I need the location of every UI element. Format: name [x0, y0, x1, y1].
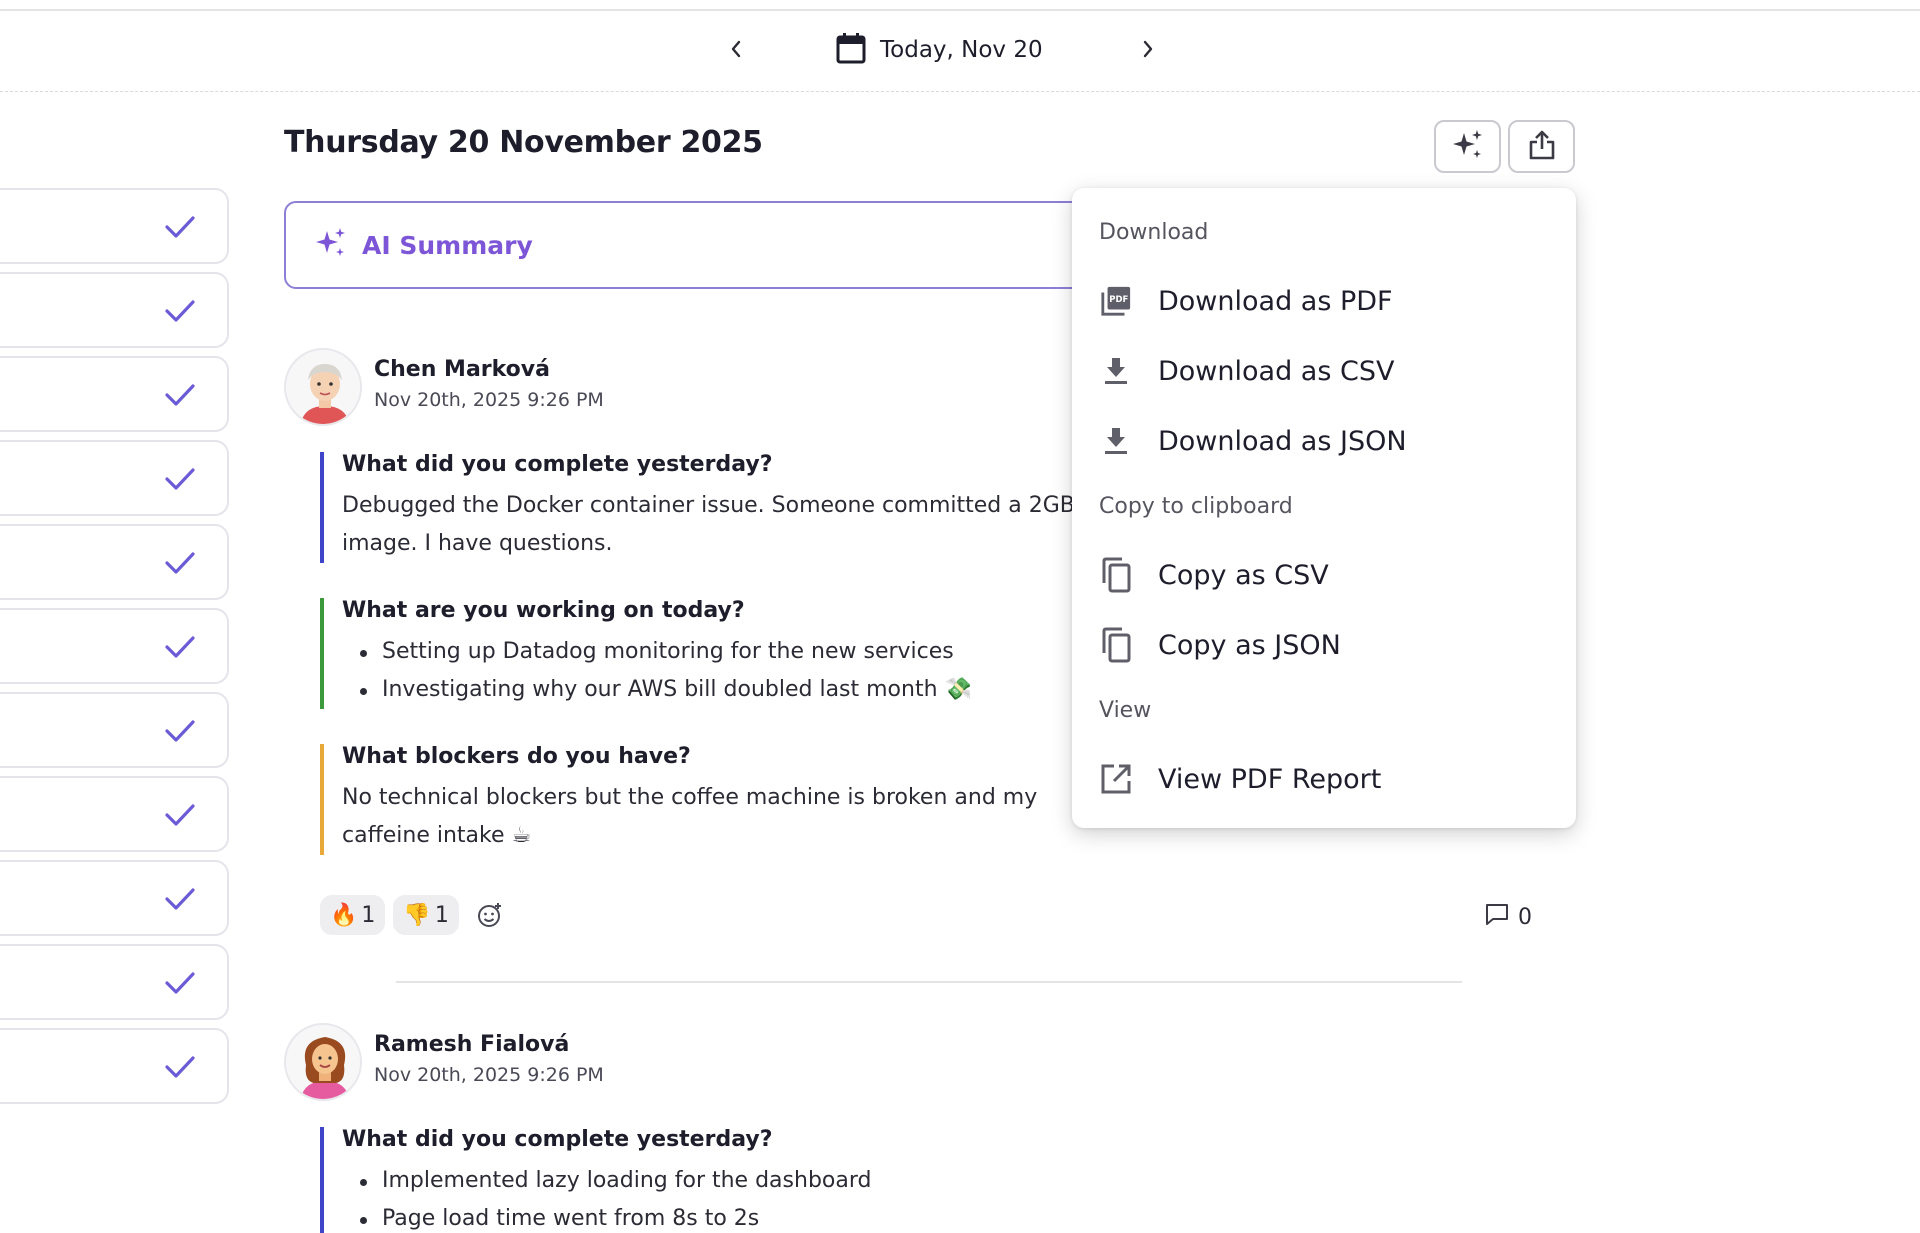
share-button[interactable] — [1508, 120, 1575, 173]
page-title: Thursday 20 November 2025 — [284, 125, 763, 160]
menu-item-label: Copy as JSON — [1158, 629, 1341, 661]
check-icon — [165, 972, 195, 994]
answer-blockers: No technical blockers but the coffee mac… — [342, 785, 1038, 848]
reaction-count: 1 — [361, 902, 376, 928]
ai-summary-label: AI Summary — [362, 230, 533, 260]
date-navigator: Today, Nov 20 — [0, 11, 1920, 92]
sidebar-check-item[interactable] — [0, 524, 229, 600]
copy-json-item[interactable]: Copy as JSON — [1072, 615, 1576, 675]
list-item: Page load time went from 8s to 2s — [342, 1200, 1082, 1233]
reactions-bar: 🔥 1 👎 1 — [320, 895, 507, 935]
check-icon — [165, 888, 195, 910]
svg-text:PDF: PDF — [1109, 294, 1128, 304]
check-icon — [165, 720, 195, 742]
open-in-new-icon — [1100, 763, 1132, 795]
add-reaction-icon[interactable] — [473, 898, 507, 932]
entry-timestamp: Nov 20th, 2025 9:26 PM — [374, 389, 604, 411]
reaction-count: 1 — [434, 902, 449, 928]
check-icon — [165, 552, 195, 574]
qa-yesterday: What did you complete yesterday? Debugge… — [320, 452, 1082, 563]
entry-timestamp: Nov 20th, 2025 9:26 PM — [374, 1064, 604, 1086]
menu-item-label: View PDF Report — [1158, 763, 1382, 795]
calendar-icon — [836, 32, 866, 68]
reaction-fire[interactable]: 🔥 1 — [320, 895, 386, 935]
download-json-item[interactable]: Download as JSON — [1072, 411, 1576, 471]
author-name: Chen Marková — [374, 357, 550, 382]
check-icon — [165, 216, 195, 238]
sparkles-icon — [1451, 128, 1485, 166]
download-pdf-item[interactable]: PDF Download as PDF — [1072, 271, 1576, 331]
comment-count: 0 — [1518, 904, 1532, 930]
sidebar-check-item[interactable] — [0, 608, 229, 684]
copy-icon — [1100, 557, 1132, 593]
sidebar-check-item[interactable] — [0, 1028, 229, 1104]
avatar[interactable] — [284, 348, 362, 426]
list-item: Implemented lazy loading for the dashboa… — [342, 1162, 1082, 1200]
check-icon — [165, 1056, 195, 1078]
standup-entry: Ramesh Fialová Nov 20th, 2025 9:26 PM Wh… — [284, 1023, 1534, 1233]
question-blockers: What blockers do you have? — [342, 744, 691, 769]
date-picker-button[interactable]: Today, Nov 20 — [836, 33, 1043, 67]
menu-section-download: Download — [1099, 220, 1209, 245]
ai-summary-panel[interactable]: AI Summary — [284, 201, 1184, 289]
menu-section-clipboard: Copy to clipboard — [1099, 494, 1293, 519]
sidebar-check-item[interactable] — [0, 356, 229, 432]
author-name: Ramesh Fialová — [374, 1032, 570, 1057]
sidebar-check-item[interactable] — [0, 860, 229, 936]
copy-icon — [1100, 627, 1132, 663]
reaction-emoji: 🔥 — [330, 902, 358, 928]
sidebar-check-item[interactable] — [0, 440, 229, 516]
sparkles-icon — [314, 226, 348, 264]
answer-yesterday: Debugged the Docker container issue. Som… — [342, 493, 1075, 556]
comments-button[interactable]: 0 — [1484, 902, 1532, 932]
question-yesterday: What did you complete yesterday? — [342, 1127, 773, 1152]
download-csv-item[interactable]: Download as CSV — [1072, 341, 1576, 401]
sidebar-check-item[interactable] — [0, 776, 229, 852]
check-icon — [165, 384, 195, 406]
reaction-emoji: 👎 — [403, 902, 431, 928]
question-today: What are you working on today? — [342, 598, 745, 623]
check-icon — [165, 300, 195, 322]
qa-today: What are you working on today? Setting u… — [320, 598, 1082, 709]
sidebar-check-item[interactable] — [0, 188, 229, 264]
qa-yesterday: What did you complete yesterday? Impleme… — [320, 1127, 1082, 1233]
avatar[interactable] — [284, 1023, 362, 1101]
view-pdf-report-item[interactable]: View PDF Report — [1072, 749, 1576, 809]
entry-divider — [396, 981, 1462, 983]
menu-section-view: View — [1099, 698, 1152, 723]
sidebar-check-item[interactable] — [0, 944, 229, 1020]
menu-item-label: Download as PDF — [1158, 285, 1393, 317]
pdf-icon: PDF — [1100, 285, 1132, 317]
menu-item-label: Download as JSON — [1158, 425, 1407, 457]
sidebar-check-item[interactable] — [0, 272, 229, 348]
list-item: Investigating why our AWS bill doubled l… — [342, 671, 1082, 709]
check-icon — [165, 636, 195, 658]
share-icon — [1528, 129, 1556, 165]
sidebar-check-item[interactable] — [0, 692, 229, 768]
date-label: Today, Nov 20 — [880, 37, 1043, 63]
download-icon — [1100, 355, 1132, 387]
question-yesterday: What did you complete yesterday? — [342, 452, 773, 477]
menu-item-label: Download as CSV — [1158, 355, 1395, 387]
check-icon — [165, 804, 195, 826]
reaction-thumbs-down[interactable]: 👎 1 — [393, 895, 459, 935]
qa-blockers: What blockers do you have? No technical … — [320, 744, 1082, 855]
chevron-left-icon[interactable] — [724, 37, 748, 61]
check-icon — [165, 468, 195, 490]
menu-item-label: Copy as CSV — [1158, 559, 1329, 591]
list-item: Setting up Datadog monitoring for the ne… — [342, 633, 1082, 671]
comment-icon — [1484, 902, 1510, 932]
copy-csv-item[interactable]: Copy as CSV — [1072, 545, 1576, 605]
download-icon — [1100, 425, 1132, 457]
ai-sparkles-button[interactable] — [1434, 120, 1501, 173]
export-menu: Download PDF Download as PDF Download as… — [1072, 188, 1576, 828]
chevron-right-icon[interactable] — [1136, 37, 1160, 61]
